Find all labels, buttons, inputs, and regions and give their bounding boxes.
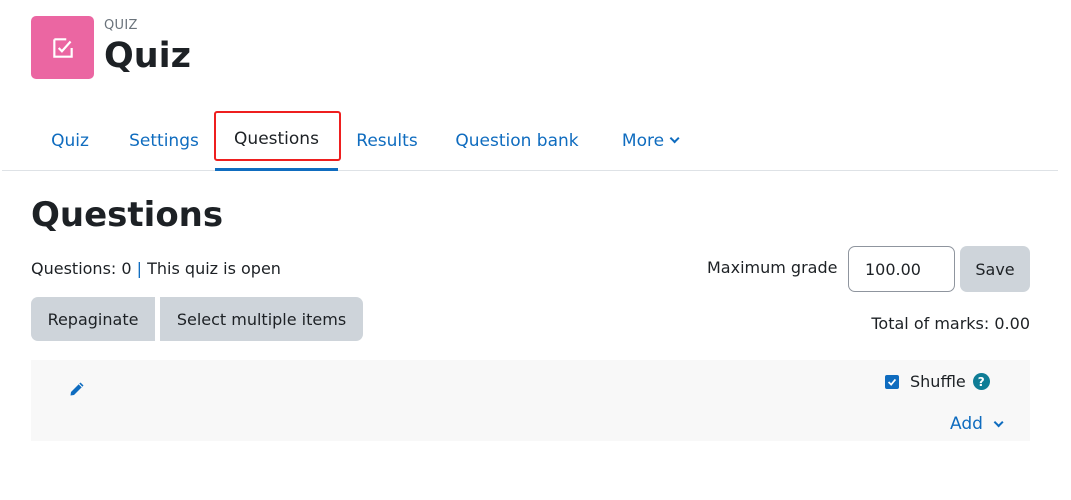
maximum-grade-label: Maximum grade (707, 258, 838, 277)
tab-results[interactable]: Results (344, 110, 430, 171)
repaginate-button[interactable]: Repaginate (31, 297, 155, 341)
shuffle-checkbox[interactable] (885, 374, 899, 389)
page-title: Quiz (104, 36, 192, 76)
module-type-label: QUIZ (104, 18, 138, 33)
tab-label: Question bank (455, 130, 579, 151)
status-separator: | (136, 259, 143, 278)
question-count: Questions: 0 (31, 259, 132, 278)
secondary-navigation: Quiz Settings Questions Results Question… (2, 110, 1058, 171)
select-multiple-items-button[interactable]: Select multiple items (160, 297, 363, 341)
checkbox-square-icon (52, 37, 73, 58)
shuffle-control: Shuffle ? (885, 372, 990, 391)
tab-label: Results (356, 130, 418, 151)
quiz-section: Shuffle ? Add (31, 360, 1030, 441)
add-label: Add (950, 414, 983, 434)
tab-settings[interactable]: Settings (114, 110, 214, 171)
section-title: Questions (31, 195, 224, 235)
tab-label: Questions (234, 129, 319, 149)
quiz-activity-icon (31, 16, 94, 79)
add-menu-button[interactable]: Add (950, 414, 1004, 434)
tab-more[interactable]: More (604, 110, 694, 171)
total-of-marks: Total of marks: 0.00 (871, 314, 1030, 333)
quiz-status: Questions: 0 | This quiz is open (31, 258, 281, 280)
chevron-down-icon (669, 133, 680, 144)
quiz-open-state: This quiz is open (147, 259, 281, 278)
shuffle-label: Shuffle (910, 372, 966, 391)
pencil-icon[interactable] (67, 379, 87, 399)
tab-label: More (621, 130, 665, 151)
maximum-grade-input[interactable] (848, 246, 955, 292)
tab-quiz[interactable]: Quiz (35, 110, 105, 171)
tab-label: Quiz (51, 130, 89, 151)
page-header: QUIZ Quiz (31, 16, 191, 79)
save-button[interactable]: Save (960, 246, 1030, 292)
tab-question-bank[interactable]: Question bank (442, 110, 592, 171)
tab-label: Settings (129, 130, 199, 151)
question-circle-icon[interactable]: ? (972, 373, 990, 390)
tab-questions[interactable]: Questions (215, 110, 338, 171)
chevron-down-icon (993, 416, 1004, 427)
